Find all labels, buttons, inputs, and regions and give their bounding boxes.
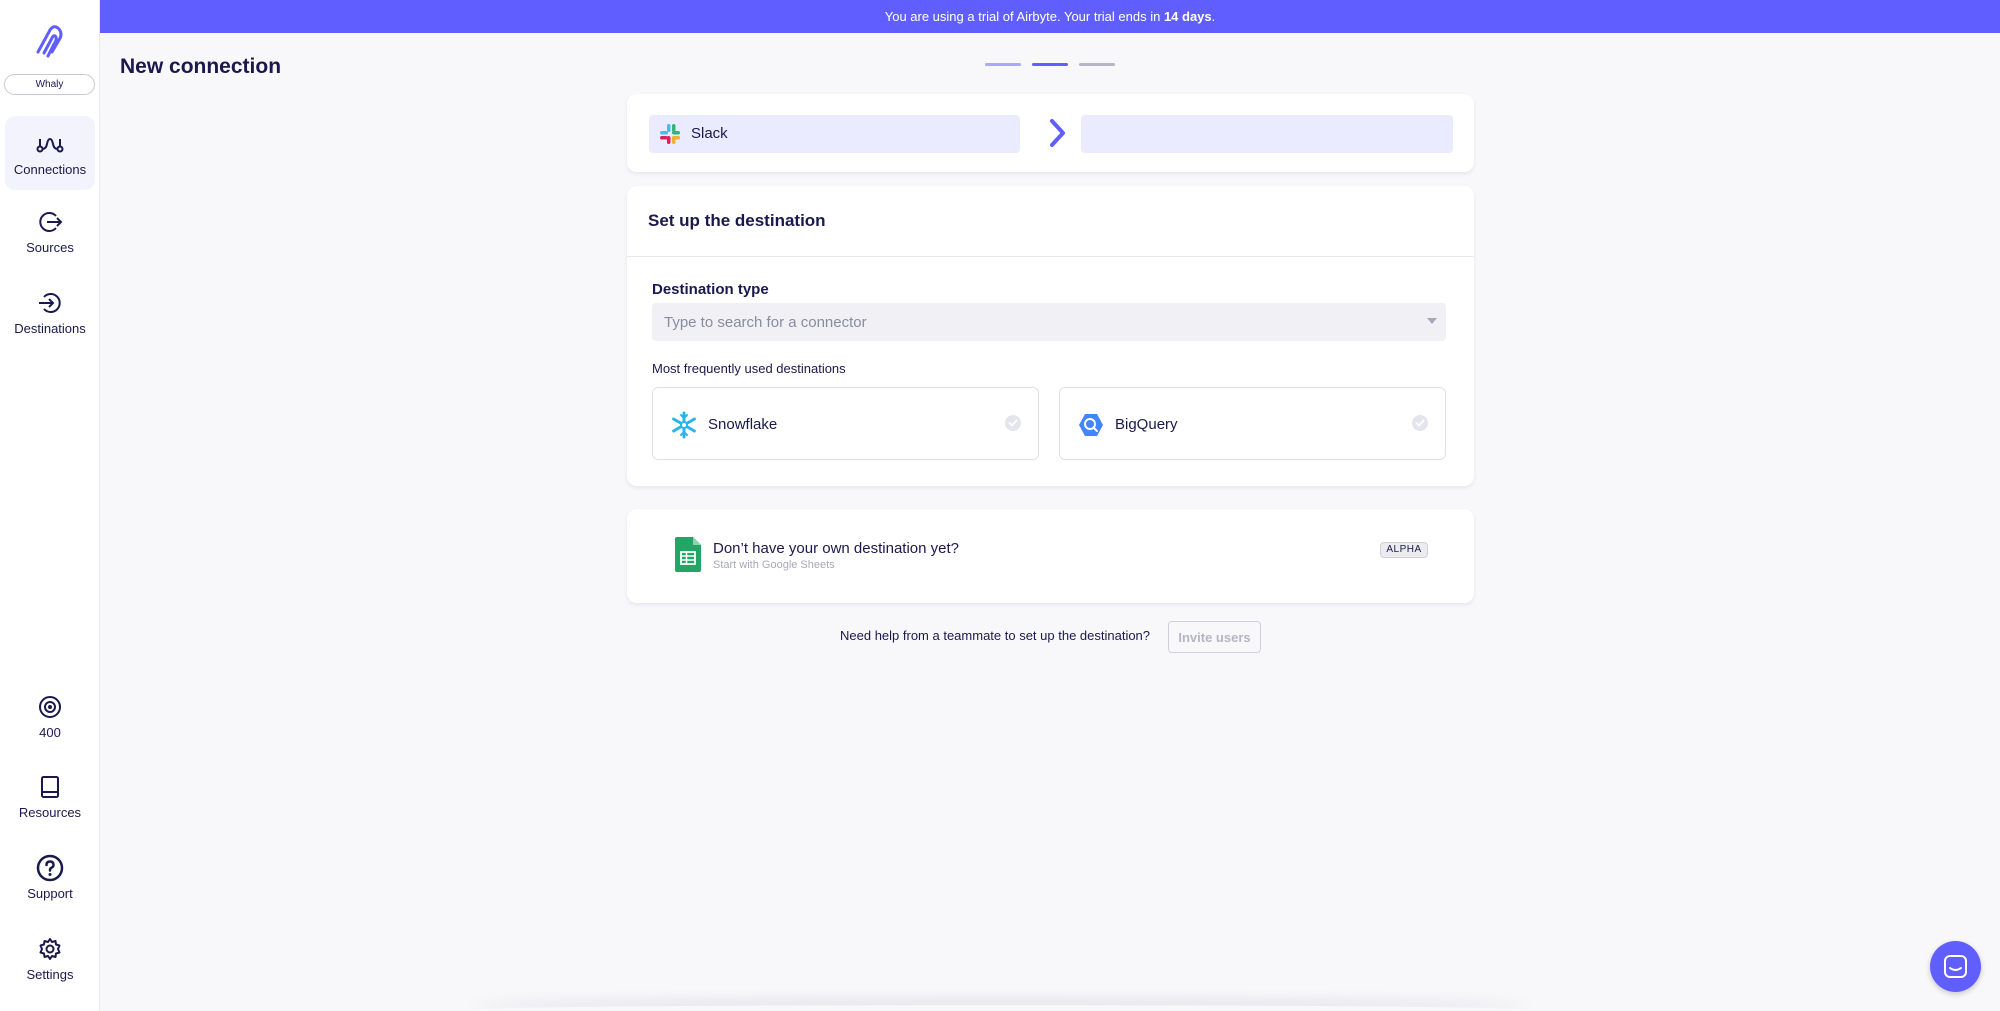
destination-option-name: BigQuery: [1115, 416, 1178, 433]
connector-search-input[interactable]: [652, 303, 1446, 341]
credits-counter[interactable]: 400: [5, 693, 95, 740]
frequent-destinations-label: Most frequently used destinations: [652, 361, 846, 376]
destination-type-label: Destination type: [652, 281, 769, 298]
destination-setup-title: Set up the destination: [648, 211, 826, 230]
sidebar-item-label: Connections: [13, 162, 87, 177]
page-title: New connection: [120, 55, 282, 78]
trial-days: 14 days: [1163, 9, 1212, 24]
sheets-promo-subtitle: Start with Google Sheets: [713, 559, 835, 571]
step-2: [1032, 63, 1068, 66]
sidebar-item-label: Support: [27, 886, 73, 901]
step-1: [985, 63, 1021, 66]
connection-summary-card: Slack: [627, 94, 1474, 172]
bottom-panel-shadow: [470, 1005, 1530, 1011]
help-text: Need help from a teammate to set up the …: [840, 628, 1151, 643]
destination-setup-header: Set up the destination: [627, 186, 1474, 257]
sources-icon: [39, 212, 63, 232]
sidebar-item-label: Destinations: [14, 321, 86, 336]
sidebar-item-support[interactable]: Support: [5, 854, 95, 901]
google-sheets-icon: [675, 537, 701, 572]
destination-box[interactable]: [1081, 115, 1453, 153]
chat-icon: [1944, 955, 1967, 978]
credits-icon: [39, 696, 61, 718]
trial-banner: You are using a trial of Airbyte. Your t…: [100, 0, 2000, 33]
sidebar: Whaly Connections Sources Destinations 4…: [0, 0, 100, 1011]
sidebar-item-resources[interactable]: Resources: [5, 773, 95, 820]
credits-label: 400: [39, 725, 61, 740]
destination-option-bigquery[interactable]: BigQuery: [1059, 387, 1446, 460]
sidebar-item-label: Settings: [26, 967, 74, 982]
google-sheets-promo-card[interactable]: Don’t have your own destination yet? Sta…: [627, 509, 1474, 603]
gear-icon: [39, 938, 61, 960]
dropdown-caret-icon[interactable]: [1427, 318, 1437, 324]
check-circle-icon: [1412, 415, 1428, 431]
destination-option-snowflake[interactable]: Snowflake: [652, 387, 1039, 460]
sidebar-item-destinations[interactable]: Destinations: [5, 289, 95, 336]
alpha-badge: ALPHA: [1380, 542, 1428, 558]
airbyte-logo-icon[interactable]: [30, 22, 70, 62]
trial-banner-text: You are using a trial of Airbyte. Your t…: [884, 9, 1164, 24]
invite-users-button[interactable]: Invite users: [1168, 621, 1261, 653]
chevron-right-icon: [1050, 119, 1065, 147]
sheets-promo-title: Don’t have your own destination yet?: [713, 540, 959, 557]
sidebar-item-label: Sources: [26, 240, 74, 255]
step-3: [1079, 63, 1115, 66]
question-circle-icon: [36, 854, 64, 882]
slack-icon: [660, 124, 680, 144]
connections-icon: [36, 137, 64, 153]
sidebar-item-settings[interactable]: Settings: [5, 935, 95, 982]
sidebar-item-sources[interactable]: Sources: [5, 208, 95, 255]
check-circle-icon: [1005, 415, 1021, 431]
source-name: Slack: [691, 125, 728, 142]
chat-launcher-button[interactable]: [1930, 941, 1981, 992]
workspace-selector[interactable]: Whaly: [4, 74, 95, 95]
sidebar-item-connections[interactable]: Connections: [5, 116, 95, 190]
source-box[interactable]: Slack: [649, 115, 1020, 153]
destination-option-name: Snowflake: [708, 416, 778, 433]
bigquery-icon: [1079, 414, 1103, 436]
sidebar-item-label: Resources: [18, 805, 82, 820]
snowflake-icon: [672, 411, 696, 439]
book-icon: [41, 776, 59, 798]
trial-banner-end: .: [1211, 9, 1216, 24]
destination-setup-card: Set up the destination Destination type …: [627, 186, 1474, 486]
destinations-icon: [39, 293, 61, 313]
